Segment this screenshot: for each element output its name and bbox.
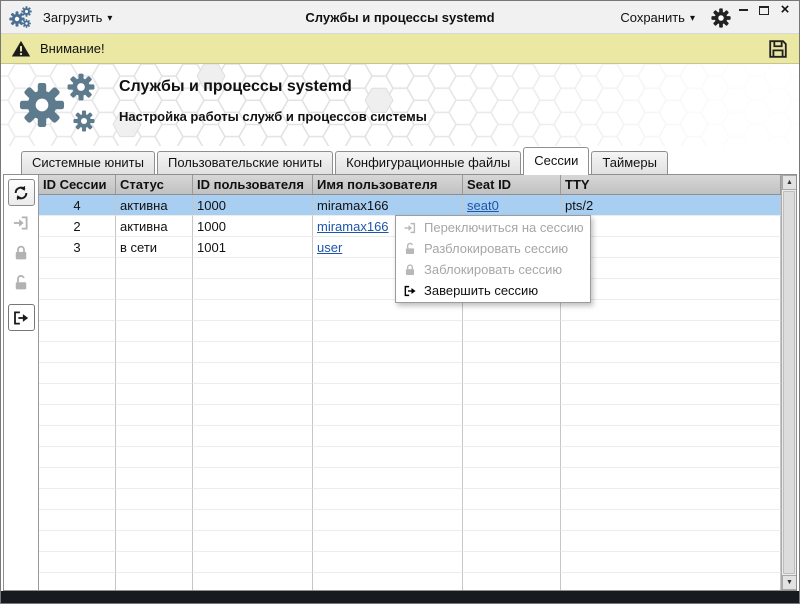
unlock-icon — [403, 242, 417, 256]
table-row-empty — [39, 300, 781, 321]
column-header-tty[interactable]: TTY — [561, 175, 781, 194]
cell-status: активна — [116, 216, 193, 237]
username-link[interactable]: user — [317, 240, 342, 255]
table-row-session-4[interactable]: 4 активна 1000 miramax166 seat0 pts/2 — [39, 195, 781, 216]
menu-item-end-session[interactable]: Завершить сессию — [396, 280, 590, 301]
app-window: Загрузить ▾ Службы и процессы systemd Со… — [0, 0, 800, 604]
load-menu-button[interactable]: Загрузить ▾ — [43, 10, 112, 25]
switch-session-icon — [403, 221, 417, 235]
end-session-button[interactable] — [7, 304, 35, 331]
table-row-empty — [39, 447, 781, 468]
table-row-empty — [39, 531, 781, 552]
window-bottom-edge — [1, 591, 799, 603]
table-row-empty — [39, 384, 781, 405]
app-logo-gears-large-icon — [17, 70, 113, 140]
cell-user-id: 1000 — [193, 195, 313, 216]
table-row-empty — [39, 363, 781, 384]
caret-down-icon: ▾ — [689, 13, 695, 24]
cell-status: в сети — [116, 237, 193, 258]
warning-triangle-icon — [11, 39, 31, 59]
settings-gear-icon[interactable] — [711, 8, 731, 28]
lock-icon — [403, 263, 417, 277]
cell-seat-id: seat0 — [463, 195, 561, 216]
page-subtitle: Настройка работы служб и процессов систе… — [119, 109, 427, 124]
table-row-empty — [39, 426, 781, 447]
lock-session-button — [8, 239, 35, 266]
cell-tty — [561, 216, 781, 237]
close-button[interactable]: × — [779, 2, 791, 17]
column-header-status[interactable]: Статус — [116, 175, 193, 194]
window-controls: × — [737, 2, 791, 17]
header-banner: Службы и процессы systemd Настройка рабо… — [1, 64, 799, 146]
cell-user-id: 1000 — [193, 216, 313, 237]
scroll-down-button[interactable]: ▼ — [782, 575, 796, 590]
app-logo-gears-icon — [9, 6, 33, 30]
table-row-empty — [39, 405, 781, 426]
table-row-empty — [39, 321, 781, 342]
username-link[interactable]: miramax166 — [317, 219, 389, 234]
vertical-scrollbar[interactable]: ▲ ▼ — [781, 175, 796, 590]
cell-tty — [561, 237, 781, 258]
table-header: ID Сессии Статус ID пользователя Имя пол… — [39, 175, 796, 195]
cell-session-id: 3 — [39, 237, 116, 258]
scroll-up-button[interactable]: ▲ — [782, 175, 796, 190]
column-header-seat-id[interactable]: Seat ID — [463, 175, 561, 194]
tab-bar: Системные юниты Пользовательские юниты К… — [3, 146, 797, 175]
minimize-button[interactable] — [737, 4, 749, 16]
column-header-session-id[interactable]: ID Сессии — [39, 175, 116, 194]
table-row-empty — [39, 552, 781, 573]
refresh-button[interactable] — [7, 179, 35, 206]
tab-config-files[interactable]: Конфигурационные файлы — [335, 151, 522, 174]
cell-tty: pts/2 — [561, 195, 781, 216]
unlock-session-button — [8, 269, 35, 296]
warning-bar: Внимание! — [1, 34, 799, 64]
tab-user-units[interactable]: Пользовательские юниты — [156, 151, 334, 174]
cell-session-id: 4 — [39, 195, 116, 216]
tab-timers[interactable]: Таймеры — [591, 151, 668, 174]
column-header-user-id[interactable]: ID пользователя — [193, 175, 313, 194]
caret-down-icon: ▾ — [107, 13, 113, 24]
cell-user-id: 1001 — [193, 237, 313, 258]
menu-item-lock-session: Заблокировать сессию — [396, 259, 590, 280]
cell-status: активна — [116, 195, 193, 216]
switch-session-button — [8, 209, 35, 236]
end-session-icon — [403, 284, 417, 298]
scrollbar-thumb[interactable] — [783, 191, 795, 574]
tab-sessions[interactable]: Сессии — [523, 147, 590, 175]
titlebar: Загрузить ▾ Службы и процессы systemd Со… — [1, 1, 799, 34]
cell-username: miramax166 — [313, 195, 463, 216]
tab-system-units[interactable]: Системные юниты — [21, 151, 155, 174]
warning-text: Внимание! — [40, 41, 105, 56]
page-title: Службы и процессы systemd — [119, 78, 352, 95]
save-menu-button[interactable]: Сохранить ▾ — [620, 10, 695, 25]
table-row-empty — [39, 573, 781, 590]
menu-item-switch-session: Переключиться на сессию — [396, 217, 590, 238]
table-row-empty — [39, 468, 781, 489]
session-toolbar — [4, 175, 38, 590]
save-menu-label: Сохранить — [620, 10, 685, 25]
menu-item-unlock-session: Разблокировать сессию — [396, 238, 590, 259]
table-row-empty — [39, 342, 781, 363]
seat-link[interactable]: seat0 — [467, 198, 499, 213]
save-file-icon[interactable] — [767, 38, 789, 60]
session-context-menu: Переключиться на сессию Разблокировать с… — [395, 215, 591, 303]
table-row-empty — [39, 510, 781, 531]
maximize-button[interactable] — [758, 4, 770, 16]
load-menu-label: Загрузить — [43, 10, 103, 25]
cell-session-id: 2 — [39, 216, 116, 237]
column-header-username[interactable]: Имя пользователя — [313, 175, 463, 194]
table-row-empty — [39, 489, 781, 510]
